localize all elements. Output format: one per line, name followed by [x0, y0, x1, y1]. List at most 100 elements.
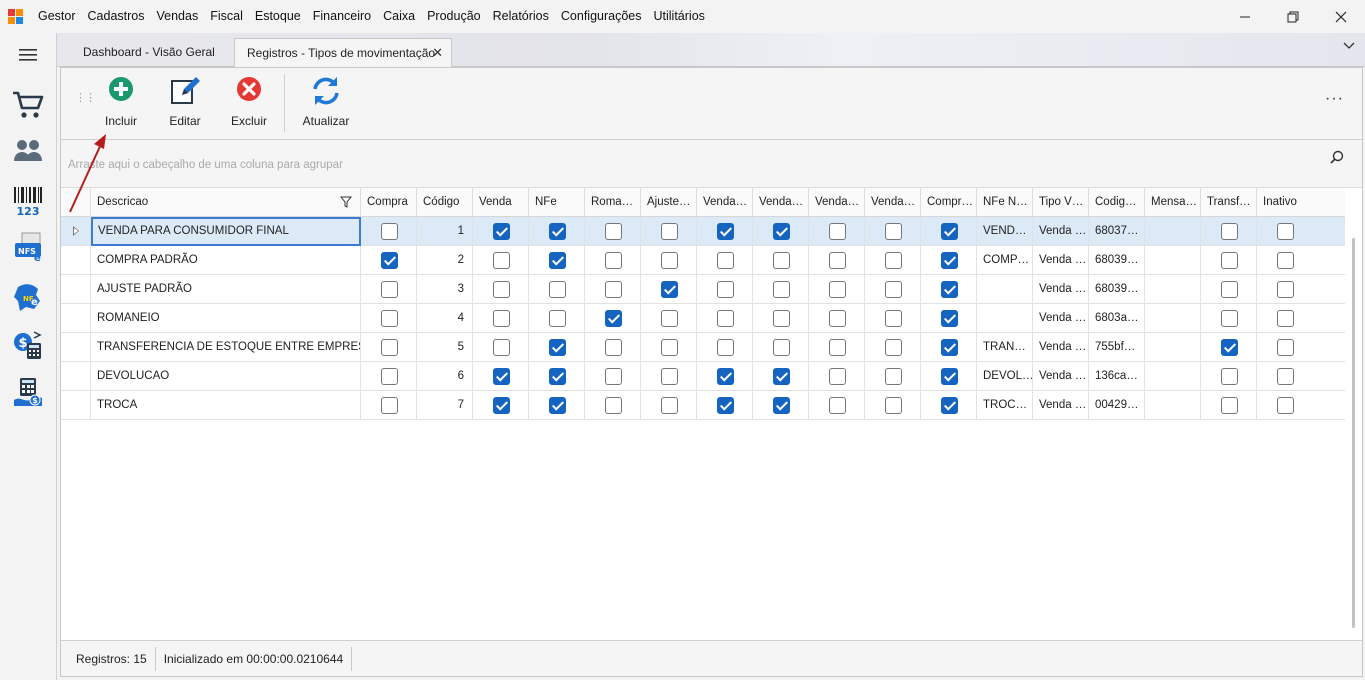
menu-gestor[interactable]: Gestor — [32, 0, 82, 33]
checkbox[interactable] — [885, 310, 902, 327]
menu-configuracoes[interactable]: Configurações — [555, 0, 648, 33]
table-cell[interactable] — [809, 246, 865, 275]
table-cell[interactable] — [809, 333, 865, 362]
table-cell[interactable] — [697, 246, 753, 275]
checkbox[interactable] — [1277, 252, 1294, 269]
table-cell[interactable] — [1201, 217, 1257, 246]
checkbox[interactable] — [661, 397, 678, 414]
checkbox[interactable] — [381, 368, 398, 385]
table-cell[interactable] — [1257, 217, 1346, 246]
checkbox[interactable] — [381, 252, 398, 269]
table-cell[interactable] — [697, 275, 753, 304]
checkbox[interactable] — [1277, 368, 1294, 385]
checkbox[interactable] — [829, 339, 846, 356]
checkbox[interactable] — [493, 339, 510, 356]
table-cell[interactable]: DEVOLUCAO — [91, 362, 361, 391]
table-cell[interactable] — [473, 304, 529, 333]
table-cell[interactable]: 5 — [417, 333, 473, 362]
checkbox[interactable] — [661, 252, 678, 269]
table-row[interactable]: COMPRA PADRÃO 2 COMP… Venda … 68039… — [61, 246, 1346, 275]
table-cell[interactable] — [753, 391, 809, 420]
checkbox[interactable] — [549, 397, 566, 414]
checkbox[interactable] — [605, 368, 622, 385]
restore-button[interactable] — [1269, 0, 1317, 33]
table-cell[interactable] — [977, 275, 1033, 304]
column-header[interactable]: NFe — [529, 188, 585, 217]
sidebar-item-financeiro[interactable]: $ — [8, 373, 48, 413]
column-header[interactable]: Codig… — [1089, 188, 1145, 217]
table-cell[interactable] — [1201, 246, 1257, 275]
table-cell[interactable] — [921, 391, 977, 420]
column-header[interactable]: Tipo V… — [1033, 188, 1089, 217]
checkbox[interactable] — [493, 397, 510, 414]
checkbox[interactable] — [717, 397, 734, 414]
table-cell[interactable] — [1145, 333, 1201, 362]
checkbox[interactable] — [717, 310, 734, 327]
table-cell[interactable] — [697, 217, 753, 246]
checkbox[interactable] — [1277, 310, 1294, 327]
table-cell[interactable] — [641, 304, 697, 333]
sidebar-item-caixa[interactable]: $ — [8, 325, 48, 365]
row-indicator[interactable] — [61, 333, 91, 362]
table-cell[interactable] — [473, 275, 529, 304]
table-cell[interactable]: Venda … — [1033, 246, 1089, 275]
column-header[interactable]: Código — [417, 188, 473, 217]
table-cell[interactable] — [473, 362, 529, 391]
table-cell[interactable] — [865, 246, 921, 275]
table-cell[interactable] — [361, 362, 417, 391]
table-cell[interactable] — [1257, 275, 1346, 304]
table-cell[interactable]: 3 — [417, 275, 473, 304]
checkbox[interactable] — [549, 281, 566, 298]
column-header[interactable]: Compra — [361, 188, 417, 217]
column-header[interactable]: Venda… — [809, 188, 865, 217]
checkbox[interactable] — [1221, 310, 1238, 327]
checkbox[interactable] — [773, 310, 790, 327]
table-cell[interactable]: 4 — [417, 304, 473, 333]
checkbox[interactable] — [885, 397, 902, 414]
checkbox[interactable] — [549, 310, 566, 327]
table-row[interactable]: AJUSTE PADRÃO 3 Venda … 68039… — [61, 275, 1346, 304]
checkbox[interactable] — [941, 223, 958, 240]
column-header[interactable]: Venda — [473, 188, 529, 217]
column-header[interactable]: Venda… — [753, 188, 809, 217]
checkbox[interactable] — [549, 368, 566, 385]
refresh-button[interactable]: Atualizar — [299, 76, 353, 134]
table-cell[interactable] — [361, 275, 417, 304]
table-cell[interactable] — [865, 217, 921, 246]
table-cell[interactable]: ROMANEIO — [91, 304, 361, 333]
checkbox[interactable] — [885, 339, 902, 356]
checkbox[interactable] — [717, 368, 734, 385]
table-cell[interactable] — [1201, 391, 1257, 420]
checkbox[interactable] — [1221, 339, 1238, 356]
column-header[interactable]: Mensa… — [1145, 188, 1201, 217]
checkbox[interactable] — [885, 281, 902, 298]
checkbox[interactable] — [717, 223, 734, 240]
table-cell[interactable]: 2 — [417, 246, 473, 275]
table-cell[interactable] — [809, 362, 865, 391]
row-indicator[interactable] — [61, 246, 91, 275]
filter-icon[interactable] — [340, 196, 352, 208]
table-cell[interactable] — [921, 217, 977, 246]
table-cell[interactable] — [529, 362, 585, 391]
table-cell[interactable]: Venda … — [1033, 333, 1089, 362]
table-cell[interactable] — [641, 246, 697, 275]
checkbox[interactable] — [717, 339, 734, 356]
table-cell[interactable] — [1257, 246, 1346, 275]
checkbox[interactable] — [381, 223, 398, 240]
checkbox[interactable] — [381, 281, 398, 298]
delete-button[interactable]: Excluir — [227, 76, 271, 134]
sidebar-item-clientes[interactable] — [8, 131, 48, 171]
checkbox[interactable] — [941, 339, 958, 356]
table-cell[interactable]: 755bf… — [1089, 333, 1145, 362]
table-cell[interactable] — [529, 275, 585, 304]
checkbox[interactable] — [829, 368, 846, 385]
table-cell[interactable] — [697, 304, 753, 333]
checkbox[interactable] — [549, 339, 566, 356]
scrollbar-thumb[interactable] — [1352, 238, 1355, 628]
table-cell[interactable]: TROC… — [977, 391, 1033, 420]
column-header[interactable]: Compr… — [921, 188, 977, 217]
table-cell[interactable]: 7 — [417, 391, 473, 420]
tab-overflow-button[interactable] — [1343, 41, 1355, 53]
table-cell[interactable] — [1145, 275, 1201, 304]
checkbox[interactable] — [773, 339, 790, 356]
